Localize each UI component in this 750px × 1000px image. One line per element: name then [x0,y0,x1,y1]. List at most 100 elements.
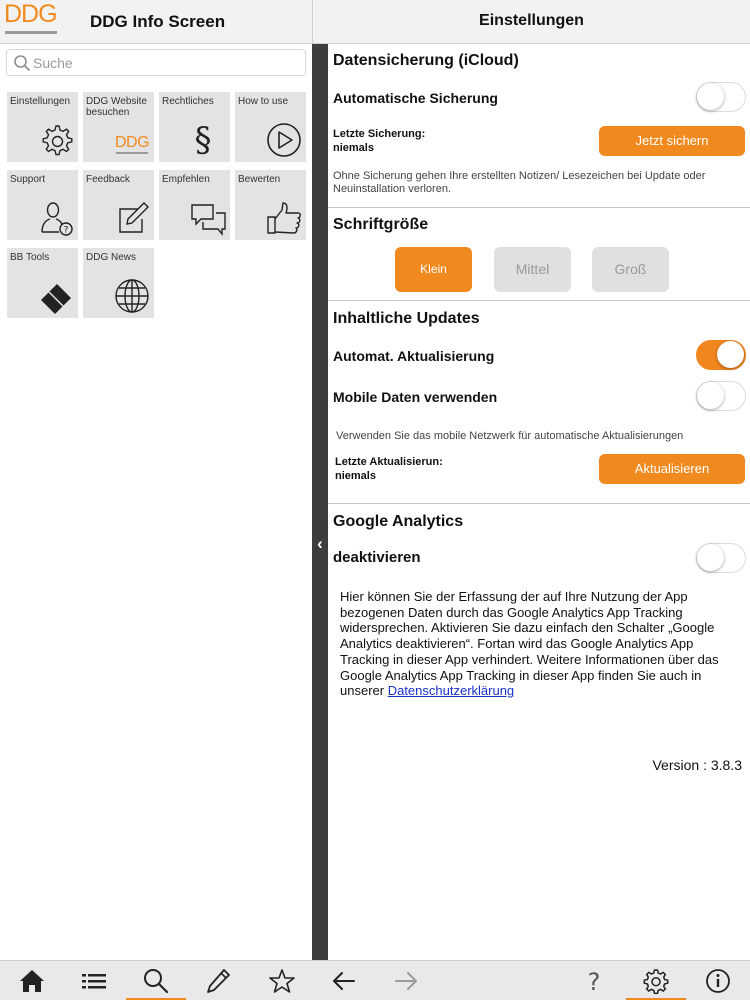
pencil-icon [207,969,230,993]
tile-label: Empfehlen [162,174,210,185]
section-title-backup: Datensicherung (iCloud) [333,52,519,69]
search-tab[interactable] [126,961,186,1000]
logo-text: DDG [4,0,58,28]
gear-icon [643,969,669,994]
tile-label: Bewerten [238,174,281,185]
analytics-description-text: Hier können Sie der Erfassung der auf Ih… [340,589,719,699]
toggle-knob [697,83,724,110]
app-title: DDG Info Screen [90,12,226,31]
search-box[interactable] [6,49,306,76]
mobile-data-info-text: Verwenden Sie das mobile Netzwerk für au… [336,430,684,442]
tile-empfehlen[interactable]: Empfehlen [159,170,230,240]
info-icon [706,969,730,993]
bookmarks-tab[interactable] [252,961,312,1000]
support-person-icon: ? [41,202,73,236]
tile-label: BB Tools [10,252,50,263]
globe-icon [115,279,149,313]
help-icon: ? [588,968,601,994]
logo-subline [5,31,57,34]
thumbs-up-icon [267,202,301,234]
home-icon [20,970,44,992]
forward-button[interactable] [376,961,436,1000]
auto-backup-toggle[interactable] [696,82,746,112]
analytics-deactivate-label: deaktivieren [333,549,421,566]
gear-icon [42,125,73,156]
section-title-updates: Inhaltliche Updates [333,310,480,327]
toggle-knob [697,544,724,571]
tile-einstellungen[interactable]: Einstellungen [7,92,78,162]
last-update-value: niemals [335,470,376,482]
back-button[interactable] [314,961,374,1000]
chat-bubbles-icon [191,204,226,236]
page-title: Einstellungen [479,12,584,29]
toggle-knob [717,341,744,368]
font-size-small-button[interactable]: Klein [395,247,472,292]
font-size-large-button[interactable]: Groß [592,247,669,292]
search-input[interactable] [33,53,298,73]
search-icon [144,969,169,994]
svg-text:?: ? [588,968,601,994]
bb-tools-icon [41,284,71,314]
tile-label: Support [10,174,46,185]
auto-update-toggle[interactable] [696,340,746,370]
info-button[interactable] [688,961,748,1000]
settings-pane: Datensicherung (iCloud) Automatische Sic… [328,44,750,960]
split-divider[interactable]: ‹ [312,44,328,960]
forward-arrow-icon [395,972,417,990]
auto-backup-label: Automatische Sicherung [333,90,498,106]
tile-bb-tools[interactable]: BB Tools [7,248,78,318]
collapse-chevron-icon[interactable]: ‹ [312,532,328,556]
play-icon [267,123,301,157]
detail-header: Einstellungen [312,0,750,44]
last-backup-label: Letzte Sicherung: [333,128,426,140]
tile-feedback[interactable]: Feedback [83,170,154,240]
backup-now-button[interactable]: Jetzt sichern [599,126,745,156]
tile-how-to-use[interactable]: How to use [235,92,306,162]
mobile-data-label: Mobile Daten verwenden [333,389,498,405]
section-title-font-size: Schriftgröße [333,216,429,233]
star-icon [269,969,295,993]
list-icon [82,974,106,989]
tile-support[interactable]: Support ? [7,170,78,240]
master-pane: DDG DDG Info Screen Einstellungen DDG We… [0,0,312,960]
ddg-logo[interactable]: DDG [4,0,60,38]
divider [328,503,750,504]
last-backup-value: niemals [333,142,374,154]
help-button[interactable]: ? [564,961,624,1000]
version-label: Version : 3.8.3 [652,757,742,773]
auto-update-label: Automat. Aktualisierung [333,348,495,364]
analytics-deactivate-toggle[interactable] [696,543,746,573]
tile-bewerten[interactable]: Bewerten [235,170,306,240]
font-size-medium-button[interactable]: Mittel [494,247,571,292]
tile-ddg-news[interactable]: DDG News [83,248,154,318]
search-icon [14,55,30,71]
analytics-description: Hier können Sie der Erfassung der auf Ih… [340,589,720,699]
tile-ddg-website[interactable]: DDG Website besuchen DDG [83,92,154,162]
tile-label: Rechtliches [162,96,214,107]
mobile-data-toggle[interactable] [696,381,746,411]
update-now-button[interactable]: Aktualisieren [599,454,745,484]
edit-icon [119,202,149,233]
toggle-knob [697,382,724,409]
paragraph-icon: § [194,120,212,160]
section-title-analytics: Google Analytics [333,513,464,530]
tile-label: How to use [238,96,289,107]
list-tab[interactable] [64,961,124,1000]
tile-rechtliches[interactable]: Rechtliches § [159,92,230,162]
settings-tab[interactable] [626,961,686,1000]
tile-label: DDG News [86,252,137,263]
tile-label: Feedback [86,174,130,185]
ddg-logo-icon: DDG [115,134,151,156]
tile-label: Einstellungen [10,96,71,107]
privacy-policy-link[interactable]: Datenschutzerklärung [388,683,514,698]
home-tab[interactable] [2,961,62,1000]
divider [328,300,750,301]
divider [328,207,750,208]
backup-info-text: Ohne Sicherung gehen Ihre erstellten Not… [333,170,706,195]
tile-label: DDG Website besuchen [86,96,147,118]
last-update-label: Letzte Aktualisierun: [335,456,443,468]
bottom-toolbar: ? [0,960,750,1000]
master-header: DDG DDG Info Screen [0,0,312,44]
svg-text:?: ? [64,226,69,236]
notes-tab[interactable] [188,961,248,1000]
